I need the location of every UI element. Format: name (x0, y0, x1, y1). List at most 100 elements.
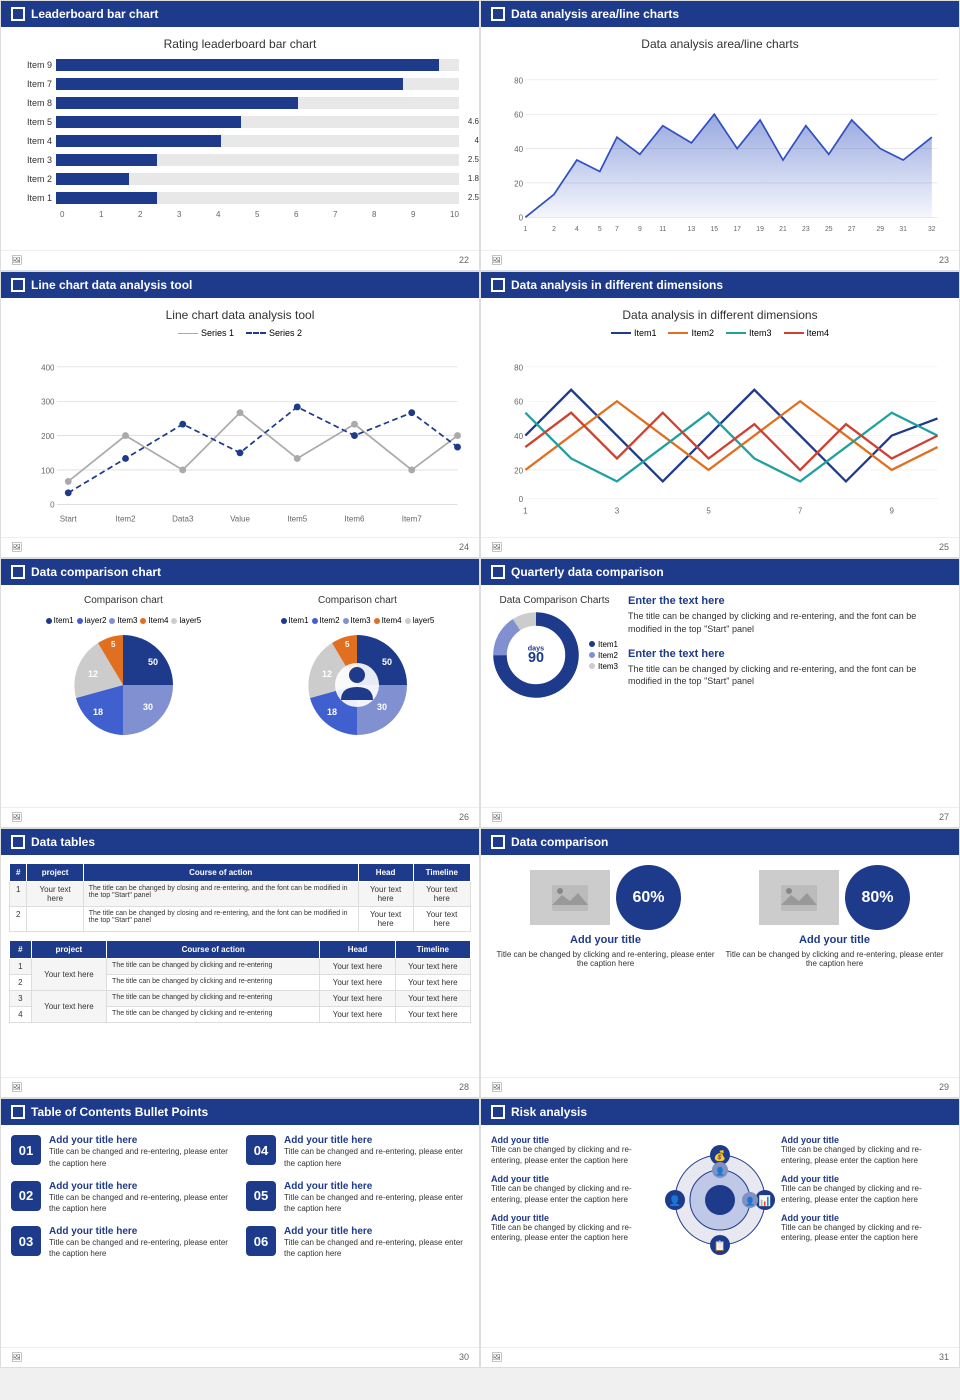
svg-text:80: 80 (514, 364, 523, 373)
svg-text:👤: 👤 (715, 1166, 725, 1176)
line-chart-chart-title: Line chart data analysis tool (166, 308, 315, 322)
svg-text:Item2: Item2 (116, 515, 137, 524)
leaderboard-body: Rating leaderboard bar chart Item 9 Item… (1, 27, 479, 250)
svg-text:30: 30 (143, 702, 153, 712)
area-line-svg: 0 20 40 60 80 1 2 4 5 7 (491, 57, 949, 240)
line-chart-header: Line chart data analysis tool (1, 272, 479, 298)
header-icon (491, 1105, 505, 1119)
data-tables-footer: 🖼 28 (1, 1077, 479, 1097)
toc-header: Table of Contents Bullet Points (1, 1099, 479, 1125)
bar-row: Item 2 1.8 (21, 171, 459, 187)
svg-text:💰: 💰 (714, 1149, 726, 1162)
leaderboard-header: Leaderboard bar chart (1, 1, 479, 27)
risk-item: Add your title Title can be changed by c… (781, 1213, 949, 1244)
comparison-pair: 60% Add your title Title can be changed … (491, 865, 949, 968)
pie-chart-2: Comparison chart Item1 Item2 Item3 Item4… (281, 595, 435, 745)
risk-item-title: Add your title (491, 1135, 659, 1145)
svg-text:32: 32 (928, 226, 936, 233)
toc-item: 01 Add your title here Title can be chan… (11, 1135, 234, 1168)
footer-icon: 🖼 (491, 255, 502, 266)
area-line-footer: 🖼 23 (481, 250, 959, 270)
donut-svg: days 90 (491, 610, 581, 700)
svg-text:Data3: Data3 (172, 515, 194, 524)
svg-text:5: 5 (706, 507, 711, 516)
svg-text:4: 4 (575, 226, 579, 233)
quarterly-text: Enter the text here The title can be cha… (628, 595, 949, 699)
quarterly-entry-2: Enter the text here The title can be cha… (628, 648, 949, 688)
toc-number: 06 (246, 1226, 276, 1256)
svg-text:15: 15 (710, 226, 718, 233)
quarterly-header: Quarterly data comparison (481, 559, 959, 585)
risk-item-title: Add your title (781, 1135, 949, 1145)
line-chart-footer: 🖼 24 (1, 537, 479, 557)
toc-number: 05 (246, 1181, 276, 1211)
pie-chart-1: Comparison chart Item1 layer2 Item3 Item… (46, 595, 202, 745)
svg-text:📋: 📋 (714, 1239, 726, 1252)
data-comparison-body: 60% Add your title Title can be changed … (481, 855, 959, 1077)
data-table-1: # project Course of action Head Timeline… (9, 863, 471, 932)
leaderboard-card: Leaderboard bar chart Rating leaderboard… (0, 0, 480, 271)
svg-text:👤: 👤 (669, 1194, 681, 1207)
pie-svg-2: 50 30 18 12 5 (297, 625, 417, 745)
donut-legend: Item1 Item2 Item3 (589, 640, 618, 671)
toc-item-body: Title can be changed and re-entering, pl… (284, 1237, 469, 1259)
dimensions-header: Data analysis in different dimensions (481, 272, 959, 298)
page-number: 29 (939, 1082, 949, 1093)
image-placeholder-1 (530, 870, 610, 925)
svg-text:400: 400 (41, 364, 55, 373)
line-chart-title: Line chart data analysis tool (31, 278, 192, 292)
image-placeholder-2 (759, 870, 839, 925)
comp-title-2: Add your title (799, 934, 870, 946)
comparison-pct-2: 80% (845, 865, 910, 930)
svg-text:29: 29 (876, 226, 884, 233)
header-icon (11, 565, 25, 579)
svg-text:👤: 👤 (745, 1196, 755, 1206)
toc-item-title: Add your title here (284, 1181, 469, 1192)
risk-footer: 🖼 31 (481, 1347, 959, 1367)
header-icon (11, 835, 25, 849)
footer-icon: 🖼 (491, 1352, 502, 1363)
quarterly-title: Quarterly data comparison (511, 565, 664, 579)
risk-item: Add your title Title can be changed by c… (781, 1135, 949, 1166)
svg-text:7: 7 (615, 226, 619, 233)
svg-text:300: 300 (41, 398, 55, 407)
area-line-card: Data analysis area/line charts Data anal… (480, 0, 960, 271)
svg-text:11: 11 (659, 226, 666, 233)
leaderboard-title: Leaderboard bar chart (31, 7, 158, 21)
x-axis: 012345678910 (21, 210, 459, 219)
comp-title-1: Add your title (570, 934, 641, 946)
quarterly-content: Data Comparison Charts days 90 Item1 (491, 595, 949, 700)
toc-number: 01 (11, 1135, 41, 1165)
data-tables-card: Data tables # project Course of action H… (0, 828, 480, 1098)
toc-item-title: Add your title here (284, 1135, 469, 1146)
risk-item: Add your title Title can be changed by c… (781, 1174, 949, 1205)
risk-items-right: Add your title Title can be changed by c… (781, 1135, 949, 1243)
header-icon (491, 7, 505, 21)
page-number: 23 (939, 255, 949, 266)
risk-center: 💰 📊 📋 👤 👤 👤 (665, 1135, 775, 1265)
toc-number: 02 (11, 1181, 41, 1211)
header-icon (491, 835, 505, 849)
svg-text:60: 60 (514, 398, 523, 407)
comp-item-1: 60% Add your title Title can be changed … (491, 865, 720, 968)
risk-item-body: Title can be changed by clicking and re-… (491, 1223, 659, 1244)
leaderboard-chart-title: Rating leaderboard bar chart (164, 37, 317, 51)
risk-item-title: Add your title (491, 1213, 659, 1223)
area-line-header: Data analysis area/line charts (481, 1, 959, 27)
page-number: 25 (939, 542, 949, 553)
footer-icon: 🖼 (491, 1082, 502, 1093)
bar-row: Item 4 4 (21, 133, 459, 149)
svg-text:0: 0 (519, 495, 524, 504)
comparison-chart-header: Data comparison chart (1, 559, 479, 585)
dimensions-card: Data analysis in different dimensions Da… (480, 271, 960, 558)
table-row: 1 Your text here The title can be change… (10, 882, 471, 907)
risk-item-body: Title can be changed by clicking and re-… (781, 1223, 949, 1244)
svg-text:Item7 Item8: Item7 Item8 (402, 515, 423, 524)
line-chart-svg: 0 100 200 300 400 (11, 344, 469, 527)
svg-text:17: 17 (733, 226, 741, 233)
donut-section: Data Comparison Charts days 90 Item1 (491, 595, 618, 700)
data-tables-body: # project Course of action Head Timeline… (1, 855, 479, 1077)
svg-text:80: 80 (514, 76, 523, 85)
data-comparison-footer: 🖼 29 (481, 1077, 959, 1097)
header-icon (11, 278, 25, 292)
